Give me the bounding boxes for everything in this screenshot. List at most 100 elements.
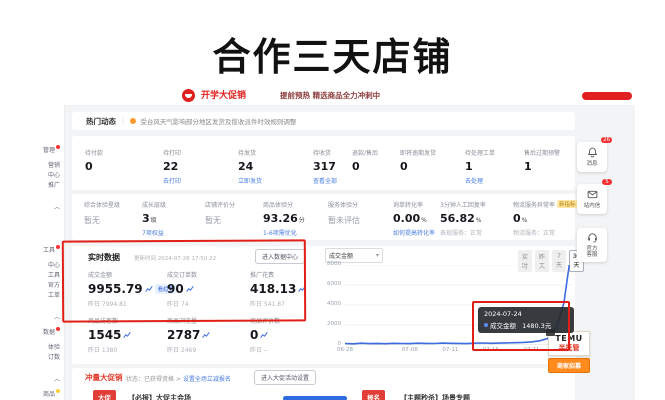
banner-red-bar (582, 92, 632, 100)
sidebar-item[interactable]: ︿ (54, 374, 60, 383)
stat-link[interactable]: 7项权益 (142, 228, 166, 237)
stat-column: 待发货24立即发货 (238, 148, 262, 185)
stat-label: 询单转化率 (393, 200, 435, 209)
sidebar-item[interactable]: 数据 (43, 327, 60, 336)
red-dot-badge (56, 327, 60, 331)
stat-link[interactable]: 查看全部 (313, 176, 337, 185)
promo-settings-button[interactable]: 进入大促活动设置 (254, 370, 316, 385)
banner-title: 开学大促销 (201, 88, 246, 101)
stat-label: 待发货 (238, 148, 262, 157)
stat-column: 售后过期预警1 (524, 148, 560, 173)
metric-label: 商品浏览量 (167, 316, 210, 325)
stat-value: 0 (85, 160, 103, 173)
notice-text[interactable]: 受台风天气影响部分地区发货及揽收派件时效规则调整 (140, 116, 296, 126)
metric-value: 418.13 (250, 282, 306, 296)
rail-label: 官方客服 (586, 246, 597, 259)
sidebar-item[interactable]: ︿ (54, 202, 60, 211)
sidebar-item[interactable]: 管理 (43, 145, 60, 154)
stat-column: 店铺评价分暂无 (205, 200, 235, 226)
stat-unit: 级 (151, 217, 157, 224)
stat-value: 0 (352, 160, 378, 173)
left-nav-truncated: 管理营销中心推广︿工具中心工具官方工单︿数据体验订数︿商品发商品管理工具 (30, 105, 65, 400)
sidebar-item[interactable]: ︿ (54, 312, 60, 321)
stat-link[interactable]: 如何提高转化率 (393, 228, 435, 237)
stat-link[interactable]: 去处理 (465, 176, 495, 185)
unread-badge: 26 (601, 137, 612, 143)
trend-icon (260, 331, 268, 339)
stat-value: 暂无 (205, 215, 235, 226)
metric-yesterday: 昨日 -- (250, 345, 280, 354)
stat-column: 询单转化率0.00%如何提高转化率 (393, 200, 435, 237)
promo-status: 状态：已获得资格 > 设置全场立减报名 (126, 374, 231, 383)
realtime-metric: 成交金额9955.79看趋势昨日 7994.81 (88, 270, 177, 308)
y-axis-label: 6000 (308, 281, 341, 287)
stat-label: 即将逾期发货 (400, 148, 436, 157)
stat-column: 待付款0 (85, 148, 103, 173)
realtime-title: 实时数据 (88, 252, 120, 263)
stat-value: 93.26分 (263, 212, 305, 225)
stat-value: 3级 (142, 212, 166, 225)
unread-badge: 5 (602, 179, 612, 185)
stat-sub: 表现服务：正常 (440, 228, 486, 237)
sidebar-item[interactable]: 工具 (43, 245, 60, 254)
metric-yesterday: 昨日 7994.81 (88, 299, 177, 308)
stat-column: 退款/售后0 (352, 148, 378, 173)
stat-column: 待打印22去打印 (163, 148, 181, 185)
bell-icon (587, 147, 598, 160)
promo-activity-link[interactable]: 【必报】大促主会场 (128, 393, 191, 400)
mail-rail-button[interactable]: 站内信5 (577, 184, 607, 214)
metric-number: 0 (250, 328, 258, 342)
new-metric-tag: 新指标 (557, 200, 578, 208)
metric-number: 90 (167, 282, 184, 296)
y-axis-label: 8000 (308, 261, 341, 267)
metric-select-value: 成交金额 (329, 251, 353, 260)
metric-value: 1545 (88, 328, 131, 342)
metric-number: 1545 (88, 328, 121, 342)
tooltip-series: 成交金额 (490, 320, 516, 330)
realtime-metric: 商品评价数0昨日 -- (250, 316, 280, 354)
red-dot-badge (56, 245, 60, 249)
yellow-dot-badge (56, 389, 60, 393)
enter-data-center-button[interactable]: 进入数据中心 (255, 249, 305, 264)
notice-card: 热门动态 | 受台风天气影响部分地区发货及揽收派件时效规则调整 (72, 112, 575, 130)
trend-icon (145, 285, 153, 293)
headset-rail-button[interactable]: 官方客服 (577, 228, 607, 262)
realtime-metric: 商品访客数1545昨日 1380 (88, 316, 131, 354)
sidebar-item[interactable]: 推广 (48, 180, 60, 189)
merchant-recruit-button[interactable]: 商家招募 (548, 358, 590, 373)
y-axis-label: 2000 (308, 321, 341, 327)
sidebar-item[interactable]: 订数 (48, 352, 60, 361)
stat-link[interactable]: 1-6项需优化 (263, 228, 305, 237)
sidebar-item[interactable]: 工单 (48, 290, 60, 299)
metric-yesterday: 昨日 2469 (167, 345, 210, 354)
stat-label: 待处理工单 (465, 148, 495, 157)
promo-title: 冲量大促销 (85, 372, 123, 383)
metric-value: 90 (167, 282, 197, 296)
promo-status-link[interactable]: 设置全场立减报名 (183, 376, 231, 383)
notice-title: 热门动态 (86, 116, 116, 127)
promo-activity-link[interactable]: 【主题秒杀】场景专题 (400, 393, 470, 400)
sidebar-item[interactable]: 中心 (48, 170, 60, 179)
sidebar-item[interactable]: 中心 (48, 260, 60, 269)
progress-bar (283, 396, 347, 400)
sidebar-item[interactable]: 工具 (48, 270, 60, 279)
tooltip-value: 1480.3元 (522, 320, 551, 330)
stat-label: 成长层级 (142, 200, 166, 209)
stat-link[interactable]: 立即发货 (238, 176, 262, 185)
temu-line1: TEMU (549, 334, 589, 343)
stat-link[interactable]: 去打印 (163, 176, 181, 185)
stat-unit: % (522, 217, 528, 224)
bell-rail-button[interactable]: 消息26 (577, 142, 607, 172)
stat-label: 店铺评价分 (205, 200, 235, 209)
promo-banner: 开学大促销 提前预热 精选商品全力冲刺中 (30, 88, 635, 106)
sidebar-item[interactable]: 体验 (48, 342, 60, 351)
promo-activities-row: 大促【必报】大促主会场报名【主题秒杀】场景专题 (72, 390, 575, 400)
dashboard-screenshot: 开学大促销 提前预热 精选商品全力冲刺中 管理营销中心推广︿工具中心工具官方工单… (30, 88, 635, 400)
sidebar-item[interactable]: 商品 (43, 389, 60, 398)
sidebar-item[interactable]: 官方 (48, 280, 60, 289)
stat-label: 商品体验分 (263, 200, 305, 209)
stat-label: 3分钟人工回复率 (440, 200, 486, 209)
sidebar-item[interactable]: 营销 (48, 160, 60, 169)
stat-column: 待处理工单1去处理 (465, 148, 495, 185)
realtime-metric: 商品浏览量2787昨日 2469 (167, 316, 210, 354)
